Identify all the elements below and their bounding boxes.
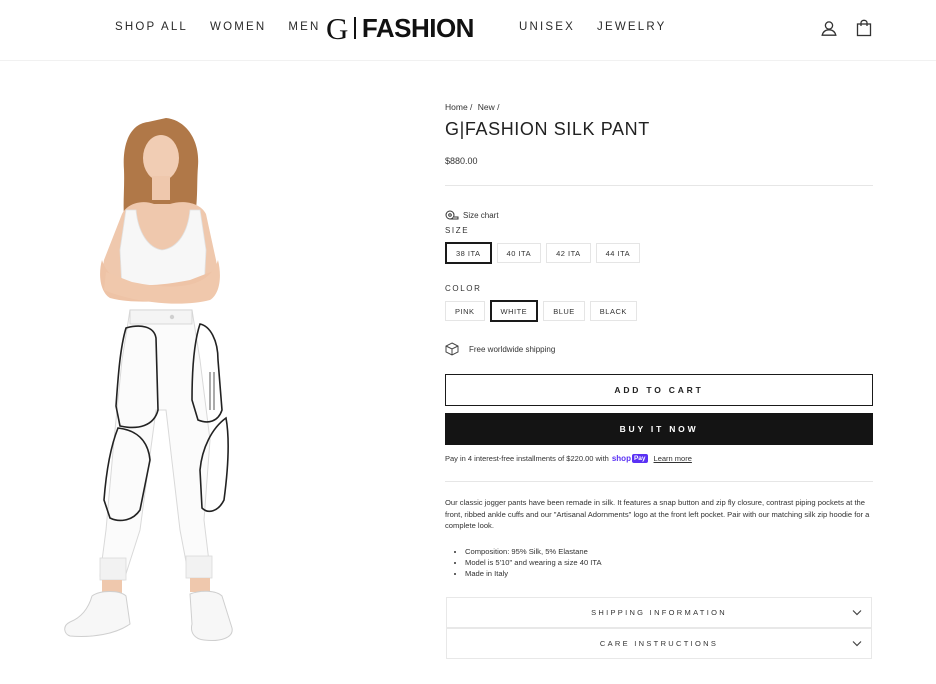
shipping-note-text: Free worldwide shipping	[469, 344, 556, 354]
product-description: Our classic jogger pants have been remad…	[445, 498, 870, 530]
logo-g: G	[326, 10, 349, 46]
size-option-42[interactable]: 42 ITA	[546, 243, 591, 263]
tape-measure-icon	[445, 210, 459, 220]
nav-shop-all[interactable]: SHOP ALL	[115, 21, 188, 33]
detail-composition: Composition: 95% Silk, 5% Elastane	[465, 547, 893, 558]
breadcrumb: Home / New /	[445, 102, 873, 112]
brand-logo[interactable]: G FASHION	[326, 11, 474, 45]
nav-unisex[interactable]: UNISEX	[519, 21, 575, 33]
shopping-bag-icon[interactable]	[855, 19, 873, 37]
site-header: SHOP ALL WOMEN MEN G FASHION UNISEX JEWE…	[0, 0, 936, 61]
size-option-44[interactable]: 44 ITA	[595, 243, 641, 263]
logo-text: FASHION	[361, 12, 475, 43]
nav-women[interactable]: WOMEN	[210, 21, 266, 33]
color-options: PINK WHITE BLUE BLACK	[445, 300, 873, 322]
product-image	[64, 118, 233, 641]
learn-more-link[interactable]: Learn more	[654, 454, 692, 463]
buy-it-now-button[interactable]: BUY IT NOW	[445, 413, 873, 445]
size-option-40[interactable]: 40 ITA	[496, 243, 542, 263]
accordion-label: CARE INSTRUCTIONS	[599, 639, 719, 648]
installments-text: Pay in 4 interest-free installments of $…	[445, 454, 609, 463]
chevron-down-icon	[852, 610, 862, 616]
shipping-information-accordion[interactable]: SHIPPING INFORMATION	[446, 597, 872, 628]
color-label: COLOR	[445, 284, 482, 293]
nav-men[interactable]: MEN	[288, 21, 320, 33]
product-title: G|FASHION SILK PANT	[445, 119, 650, 139]
user-icon[interactable]	[820, 19, 838, 37]
color-option-pink[interactable]: PINK	[445, 301, 485, 321]
size-chart-link[interactable]: Size chart	[445, 209, 873, 221]
size-label: SIZE	[445, 226, 470, 235]
divider	[445, 185, 873, 186]
color-option-white[interactable]: WHITE	[489, 300, 539, 322]
product-price: $880.00	[445, 156, 478, 166]
detail-model-size: Model is 5'10" and wearing a size 40 ITA	[465, 558, 893, 569]
accordion-label: SHIPPING INFORMATION	[591, 608, 727, 617]
nav-right: UNISEX JEWELRY	[519, 21, 689, 33]
installments-note: Pay in 4 interest-free installments of $…	[445, 454, 873, 463]
nav-jewelry[interactable]: JEWELRY	[597, 21, 667, 33]
logo-divider	[354, 17, 356, 39]
shop-pay-badge: Pay	[631, 454, 648, 463]
shop-pay-logo: shop Pay	[612, 454, 648, 463]
size-chart-label: Size chart	[463, 210, 499, 220]
shipping-note: Free worldwide shipping	[445, 342, 873, 356]
add-to-cart-button[interactable]: ADD TO CART	[445, 374, 873, 406]
product-details-list: Composition: 95% Silk, 5% Elastane Model…	[445, 547, 893, 579]
detail-origin: Made in Italy	[465, 569, 893, 580]
size-option-38[interactable]: 38 ITA	[445, 242, 492, 264]
nav-left: SHOP ALL WOMEN MEN	[115, 21, 343, 33]
breadcrumb-new[interactable]: New /	[478, 102, 500, 112]
color-option-black[interactable]: BLACK	[589, 301, 637, 321]
size-options: 38 ITA 40 ITA 42 ITA 44 ITA	[445, 242, 873, 264]
breadcrumb-home[interactable]: Home /	[445, 102, 472, 112]
chevron-down-icon	[852, 641, 862, 647]
care-instructions-accordion[interactable]: CARE INSTRUCTIONS	[446, 628, 872, 659]
shop-pay-brand: shop	[611, 454, 631, 463]
color-option-blue[interactable]: BLUE	[543, 301, 585, 321]
package-icon	[445, 342, 459, 356]
divider	[445, 481, 873, 482]
